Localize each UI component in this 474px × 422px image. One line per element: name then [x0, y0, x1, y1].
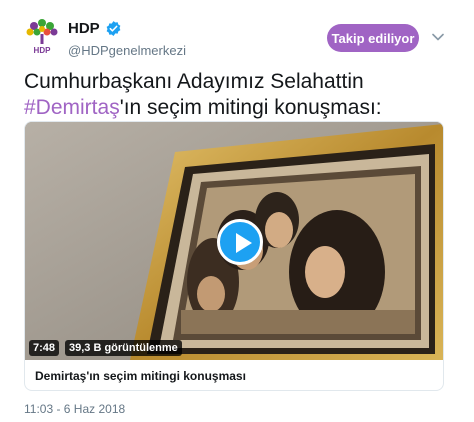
tweet-timestamp[interactable]: 11:03 - 6 Haz 2018	[24, 402, 125, 416]
author-name-row: HDP	[68, 20, 186, 37]
tweet-text-rest: 'ın seçim mitingi konuşması:	[119, 96, 382, 119]
video-title[interactable]: Demirtaş'ın seçim mitingi konuşması	[35, 369, 246, 383]
view-count: 39,3 B görüntülenme	[65, 340, 182, 356]
verified-badge-icon	[106, 21, 121, 36]
tweet-text-line1: Cumhurbaşkanı Adayımız Selahattin	[24, 70, 364, 93]
video-thumbnail[interactable]: 7:48 39,3 B görüntülenme	[25, 122, 443, 360]
following-button[interactable]: Takip ediliyor	[327, 24, 419, 52]
tweet-text-line2: #Demirtaş'ın seçim mitingi konuşması:	[24, 95, 454, 121]
author-handle[interactable]: @HDPgenelmerkezi	[68, 43, 186, 58]
svg-text:HDP: HDP	[34, 46, 52, 55]
play-button[interactable]	[217, 219, 263, 265]
video-card[interactable]: 7:48 39,3 B görüntülenme Demirtaş'ın seç…	[24, 121, 444, 391]
play-icon	[236, 233, 252, 253]
tweet: HDP HDP @HDPgenelmerkezi Takip ediliyor …	[0, 0, 474, 422]
chevron-down-icon[interactable]	[432, 33, 444, 41]
video-duration: 7:48	[29, 340, 60, 356]
tweet-text: Cumhurbaşkanı Adayımız Selahattin #Demir…	[24, 69, 454, 121]
hashtag-link[interactable]: #Demirtaş	[24, 96, 120, 119]
author-name[interactable]: HDP	[68, 20, 100, 37]
hdp-logo-avatar[interactable]: HDP	[24, 17, 60, 55]
author-info: HDP @HDPgenelmerkezi	[68, 20, 186, 58]
tree-logo-icon: HDP	[26, 19, 58, 55]
